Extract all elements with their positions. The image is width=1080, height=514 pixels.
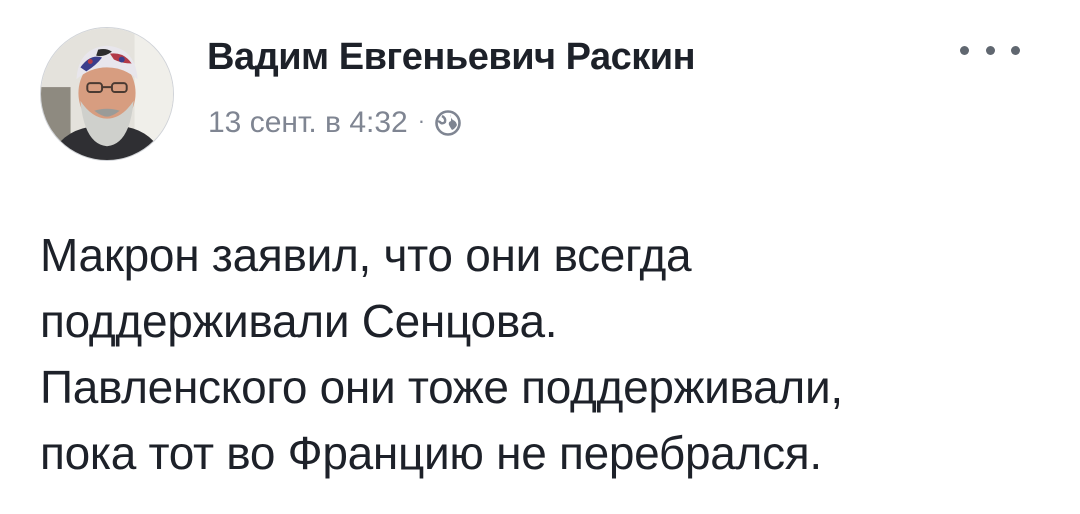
avatar-photo	[41, 28, 173, 160]
meta-separator: ·	[417, 108, 426, 133]
ellipsis-icon-dot	[985, 45, 995, 55]
author-name[interactable]: Вадим Евгеньевич Раскин	[207, 36, 696, 79]
post-text-line: Макрон заявил, что они всегда	[40, 229, 692, 281]
more-options-button[interactable]	[960, 38, 1020, 62]
post-text-line: поддерживали Сенцова.	[40, 295, 558, 347]
post-meta: 13 сент. в 4:32 ·	[208, 106, 462, 140]
post-timestamp[interactable]: 13 сент. в 4:32	[208, 106, 408, 140]
author-avatar[interactable]	[40, 27, 174, 161]
post-card: Вадим Евгеньевич Раскин 13 сент. в 4:32 …	[0, 0, 1080, 514]
post-text-line: Павленского они тоже поддерживали,	[40, 361, 843, 413]
globe-icon[interactable]	[434, 109, 462, 137]
ellipsis-icon-dot	[960, 45, 969, 55]
post-text: Макрон заявил, что они всегда поддержива…	[40, 222, 1050, 486]
ellipsis-icon-dot	[1011, 45, 1020, 55]
post-text-line: пока тот во Францию не перебрался.	[40, 427, 822, 479]
